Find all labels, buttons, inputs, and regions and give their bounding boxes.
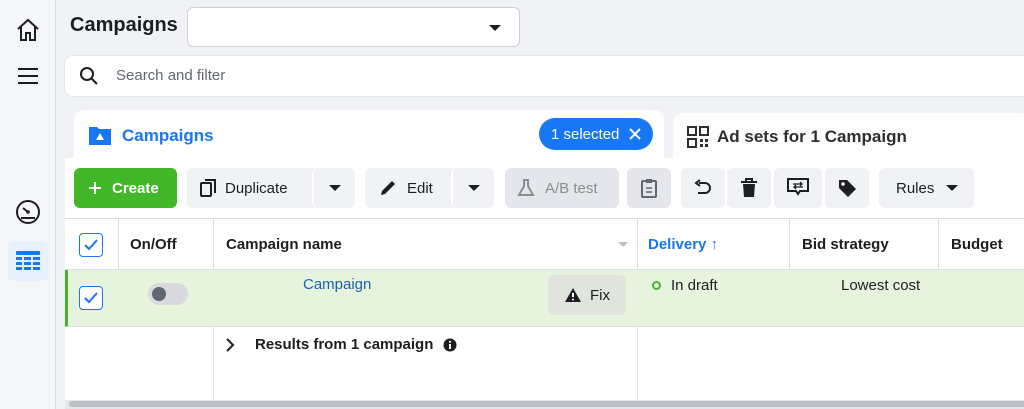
column-header-campaign-name[interactable]: Campaign name: [226, 236, 342, 253]
checkmark-icon: [84, 239, 98, 251]
scrollbar-thumb[interactable]: [69, 401, 1024, 407]
clear-selection-close-icon[interactable]: [629, 128, 642, 140]
table-view-icon[interactable]: [8, 241, 48, 281]
chevron-down-icon: [946, 185, 959, 191]
campaign-select-dropdown[interactable]: [187, 7, 520, 47]
info-icon[interactable]: [443, 338, 457, 352]
rules-button[interactable]: Rules: [879, 168, 974, 208]
column-header-delivery[interactable]: Delivery ↑: [648, 236, 718, 253]
tag-button[interactable]: [825, 168, 869, 208]
status-dot-icon: [652, 281, 661, 290]
delivery-status: In draft: [652, 277, 718, 294]
row-checkbox[interactable]: [79, 286, 103, 310]
home-icon[interactable]: [8, 10, 48, 50]
clipboard-button[interactable]: [627, 168, 671, 208]
preview-swap-icon: [787, 178, 809, 196]
tag-icon: [839, 180, 856, 197]
table-header: On/Off Campaign name Delivery ↑ Bid stra…: [65, 218, 1024, 270]
fix-button[interactable]: Fix: [548, 275, 626, 315]
column-header-on-off[interactable]: On/Off: [130, 236, 177, 253]
dashboard-gauge-icon[interactable]: [8, 192, 48, 232]
select-all-checkbox[interactable]: [79, 233, 103, 257]
column-header-bid-strategy[interactable]: Bid strategy: [802, 236, 889, 253]
table-row[interactable]: Campaign Fix In draft Lowest cost: [65, 270, 1024, 327]
warning-icon: [565, 288, 581, 302]
search-input[interactable]: Search and filter: [116, 67, 225, 84]
page-title: Campaigns: [70, 14, 178, 36]
search-bar[interactable]: Search and filter: [65, 56, 1024, 96]
clipboard-icon: [641, 179, 657, 198]
undo-icon: [694, 179, 711, 194]
plus-icon: [89, 182, 101, 194]
chevron-down-icon: [489, 25, 501, 31]
tab-campaigns-label: Campaigns: [122, 126, 214, 145]
duplicate-icon: [200, 179, 216, 197]
edit-options-dropdown[interactable]: [451, 168, 494, 208]
tab-campaigns[interactable]: Campaigns 1 selected: [74, 110, 664, 162]
bid-strategy-value: Lowest cost: [841, 277, 921, 294]
checkmark-icon: [84, 292, 98, 304]
chevron-down-icon: [328, 185, 341, 191]
trash-icon: [741, 178, 757, 197]
results-summary-row[interactable]: Results from 1 campaign: [225, 336, 457, 353]
duplicate-options-dropdown[interactable]: [312, 168, 355, 208]
column-header-budget[interactable]: Budget: [951, 236, 1003, 253]
pencil-icon: [381, 181, 395, 195]
campaign-name-link[interactable]: Campaign: [303, 276, 371, 293]
ad-sets-grid-icon: [687, 126, 709, 148]
results-label: Results from 1 campaign: [255, 336, 434, 353]
preview-button[interactable]: [774, 168, 822, 208]
search-icon: [80, 67, 98, 85]
chevron-down-icon: [467, 185, 480, 191]
chevron-right-icon[interactable]: [225, 337, 235, 352]
flask-icon: [517, 179, 535, 196]
tab-ad-sets[interactable]: Ad sets for 1 Campaign: [673, 113, 1024, 161]
selected-count-label: 1 selected: [551, 125, 620, 143]
ab-test-button[interactable]: A/B test: [505, 168, 619, 208]
tab-ad-sets-label: Ad sets for 1 Campaign: [717, 127, 907, 146]
create-button[interactable]: Create: [74, 168, 177, 208]
campaign-on-off-toggle[interactable]: [148, 283, 188, 305]
delete-button[interactable]: [727, 168, 771, 208]
horizontal-scrollbar[interactable]: [65, 400, 1024, 409]
left-nav-rail: [0, 0, 56, 409]
sort-caret-icon[interactable]: [618, 242, 628, 247]
undo-button[interactable]: [681, 168, 725, 208]
toggle-knob: [152, 287, 166, 301]
selected-count-badge[interactable]: 1 selected: [539, 118, 654, 150]
menu-icon[interactable]: [8, 56, 48, 96]
campaign-folder-icon: [89, 127, 111, 145]
